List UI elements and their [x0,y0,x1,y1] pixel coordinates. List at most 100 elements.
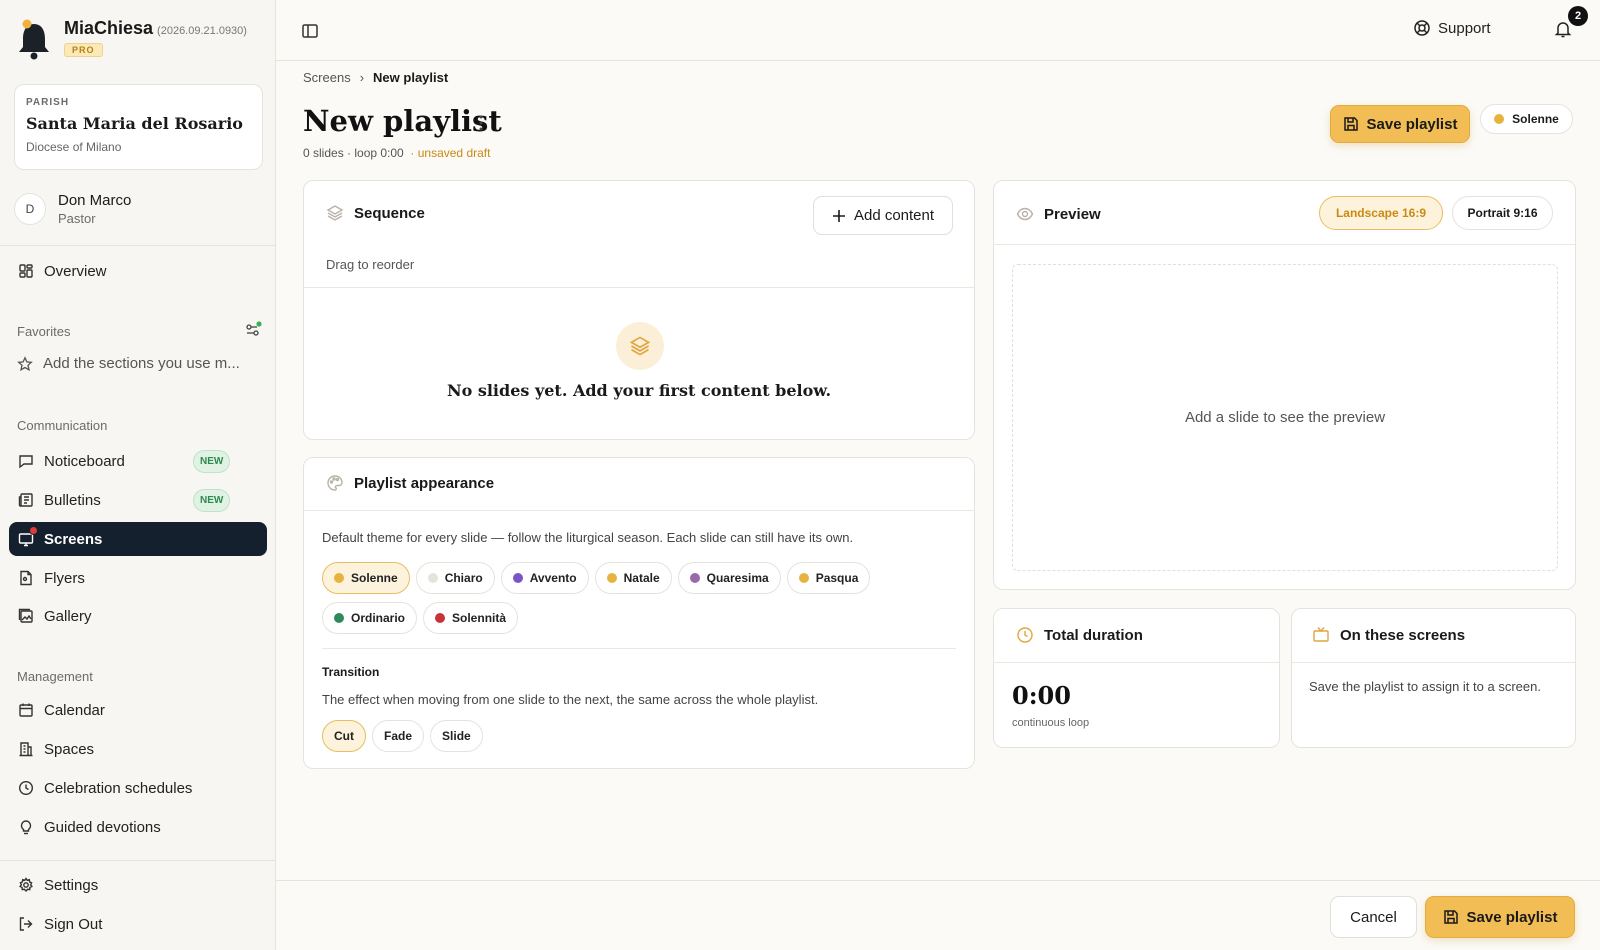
theme-color-dot [512,573,523,583]
calendar-icon [19,703,33,717]
palette-icon [327,475,343,491]
theme-option-pasqua[interactable]: Pasqua [786,562,871,594]
landscape-toggle[interactable]: Landscape 16:9 [1319,196,1443,230]
sidebar-divider [0,245,276,246]
theme-chip-label: Solenne [1512,112,1559,126]
appearance-title: Playlist appearance [354,474,495,492]
transition-option-slide[interactable]: Slide [430,720,483,752]
theme-option-chiaro[interactable]: Chiaro [415,562,495,594]
save-playlist-footer-button[interactable]: Save playlist [1425,896,1575,938]
reorder-hint: Drag to reorder [326,257,415,272]
sidebar-item-spaces[interactable]: Spaces [9,732,267,766]
clock-icon [1017,627,1033,643]
sidebar-divider [0,860,276,861]
current-theme-chip[interactable]: Solenne [1480,104,1573,134]
sidebar-item-label: Settings [44,876,99,894]
sidebar-item-label: Bulletins [44,491,101,509]
message-square-icon [19,455,33,469]
cancel-button[interactable]: Cancel [1330,896,1417,938]
parish-diocese: Diocese of Milano [26,140,122,154]
sidebar-item-settings[interactable]: Settings [9,868,267,902]
add-content-button[interactable]: Add content [813,196,953,235]
section-divider [322,648,956,649]
parish-name: Santa Maria del Rosario [26,114,243,133]
sidebar-item-flyers[interactable]: Flyers [9,561,267,595]
theme-picker: Solenne Chiaro Avvento Natale Quaresima Pasqu… [322,562,962,642]
pro-badge: PRO [64,43,103,57]
breadcrumb: Screens › New playlist [303,70,448,85]
brand-name: MiaChiesa [64,18,154,38]
avatar: D [14,193,46,225]
topbar: Support 2 [276,0,1600,61]
theme-color-dot [1494,114,1505,124]
theme-option-solenne[interactable]: Solenne [322,562,410,594]
new-badge: NEW [193,489,231,512]
brand[interactable]: MiaChiesa (2026.09.21.0930) PRO [16,18,247,60]
lightbulb-icon [20,820,32,835]
duration-header: Total duration [1016,626,1143,644]
screens-description: Save the playlist to assign it to a scre… [1309,679,1541,694]
transition-option-cut[interactable]: Cut [322,720,366,752]
screens-card: On these screens Save the playlist to as… [1291,608,1576,748]
theme-color-dot [334,573,344,583]
support-button[interactable]: Support [1413,19,1491,37]
duration-caption: continuous loop [1012,717,1090,729]
theme-option-ordinario[interactable]: Ordinario [322,602,418,634]
portrait-toggle[interactable]: Portrait 9:16 [1452,196,1553,230]
image-icon [18,608,33,623]
sidebar-toggle-icon[interactable] [301,22,319,40]
theme-color-dot [435,613,446,623]
sidebar-item-overview[interactable]: Overview [9,254,267,288]
save-playlist-button[interactable]: Save playlist [1330,105,1470,143]
parish-card[interactable]: PARISH Santa Maria del Rosario Diocese o… [14,84,263,170]
bottom-action-bar: Cancel Save playlist [276,880,1600,950]
theme-option-avvento[interactable]: Avvento [500,562,589,594]
add-content-label: Add content [853,207,935,224]
sidebar-item-guided-devotions[interactable]: Guided devotions [9,810,267,844]
log-out-icon [19,917,33,931]
sidebar-item-noticeboard[interactable]: Noticeboard NEW [9,444,267,478]
sidebar-item-sign-out[interactable]: Sign Out [9,907,267,941]
sidebar-item-celebration-schedules[interactable]: Celebration schedules [9,771,267,805]
favorites-hint: Add the sections you use m... [17,355,262,372]
theme-option-solennita[interactable]: Solennità [423,602,519,634]
grid-icon [19,264,33,278]
preview-canvas: Add a slide to see the preview [1012,264,1558,571]
sidebar-item-calendar[interactable]: Calendar [9,693,267,727]
preview-card: Preview Landscape 16:9 Portrait 9:16 Add… [993,180,1576,590]
user-name: Don Marco [58,192,132,209]
empty-sequence-message: No slides yet. Add your first content be… [446,381,832,400]
sidebar: MiaChiesa (2026.09.21.0930) PRO PARISH Sa… [0,0,276,950]
bell-logo-icon [19,19,49,60]
sidebar-item-gallery[interactable]: Gallery [9,599,267,633]
newspaper-icon [18,493,33,507]
theme-option-quaresima[interactable]: Quaresima [677,562,781,594]
duration-value: 0:00 [1012,681,1071,710]
user-profile[interactable]: D Don Marco Pastor [14,192,131,226]
screens-header: On these screens [1312,626,1465,644]
card-divider [994,244,1575,245]
card-divider [304,510,974,511]
theme-color-dot [427,573,438,583]
favorites-hint-text: Add the sections you use m... [43,355,240,372]
new-badge: NEW [193,450,231,473]
more-vertical-icon[interactable] [478,114,484,132]
theme-option-label: Solenne [351,571,398,585]
sidebar-item-bulletins[interactable]: Bulletins NEW [9,483,267,517]
transition-option-fade[interactable]: Fade [372,720,425,752]
clock-icon [18,780,34,796]
star-icon [17,355,33,371]
theme-option-natale[interactable]: Natale [594,562,672,594]
playlist-meta: 0 slides · loop 0:00 · unsaved draft [303,146,490,160]
breadcrumb-current: New playlist [373,70,449,85]
customize-favorites-icon[interactable] [244,321,262,339]
transition-title: Transition [322,665,380,679]
breadcrumb-parent[interactable]: Screens [303,70,351,85]
save-label: Save playlist [1466,908,1558,926]
sequence-title: Sequence [354,204,425,222]
alert-dot [29,526,38,535]
preview-header: Preview [1016,205,1101,223]
notification-bell-icon[interactable] [1554,20,1572,38]
eye-icon [1016,207,1034,221]
sidebar-item-screens[interactable]: Screens [9,522,267,556]
